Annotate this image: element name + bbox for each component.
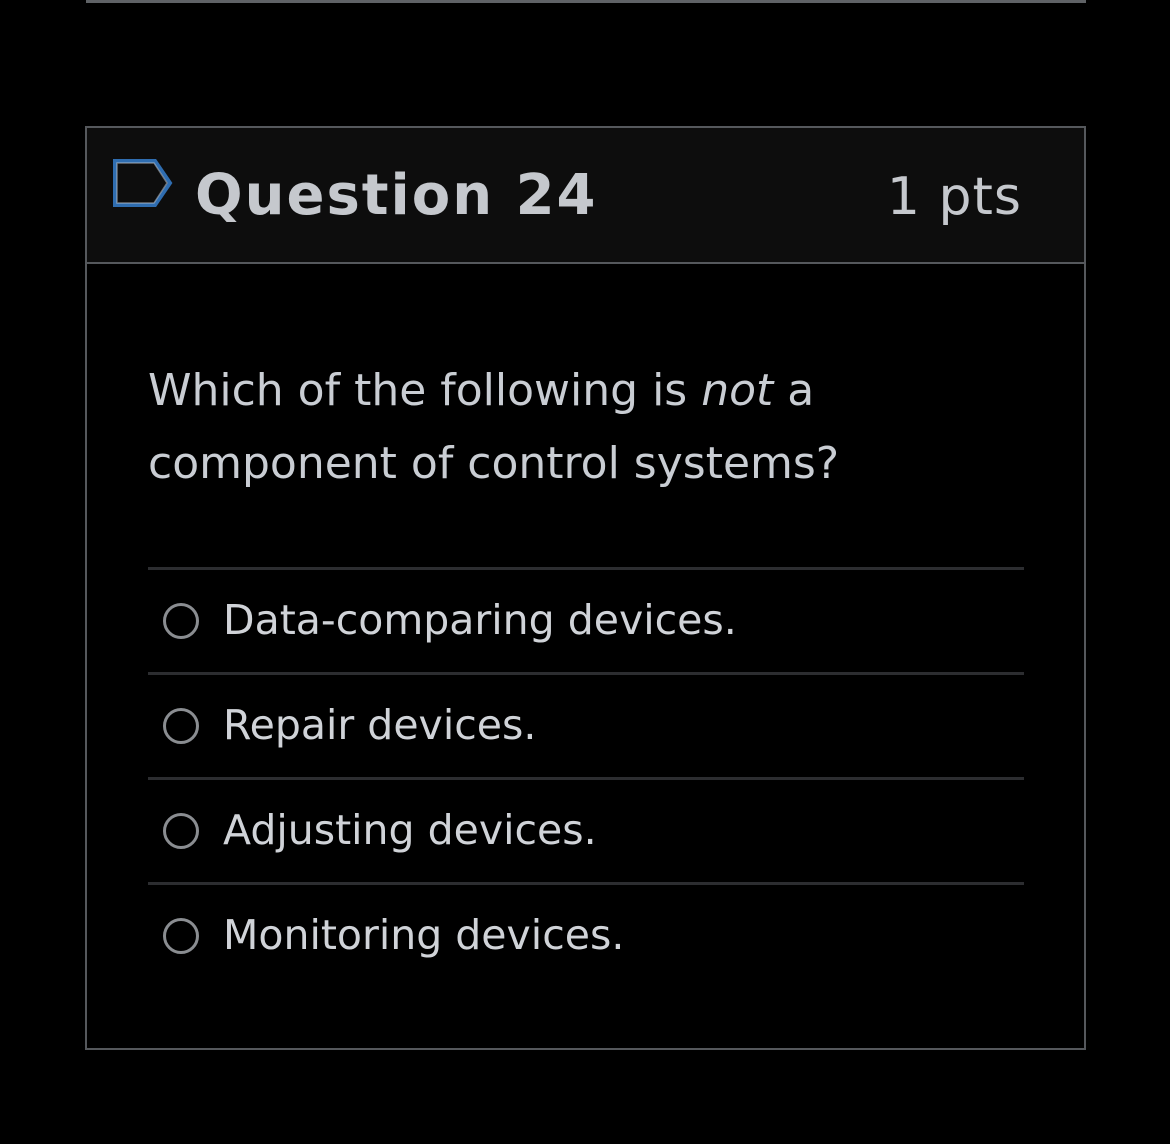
answer-option[interactable]: Repair devices.	[148, 675, 1024, 780]
question-points: 1 pts	[886, 167, 1022, 227]
answer-option[interactable]: Data-comparing devices.	[148, 570, 1024, 675]
question-text-start: Which of the following is	[148, 365, 702, 416]
answer-label[interactable]: Data-comparing devices.	[223, 592, 737, 648]
question-text-emphasis: not	[701, 365, 774, 416]
question-title: Question 24	[195, 163, 598, 228]
question-text: Which of the following is not a componen…	[148, 354, 1008, 500]
radio-button[interactable]	[163, 813, 199, 849]
answer-label[interactable]: Monitoring devices.	[223, 907, 624, 963]
top-divider	[86, 0, 1086, 3]
radio-button[interactable]	[163, 708, 199, 744]
answer-option[interactable]: Adjusting devices.	[148, 780, 1024, 885]
answer-list: Data-comparing devices. Repair devices. …	[148, 567, 1024, 987]
question-header: Question 24 1 pts	[87, 128, 1084, 264]
radio-button[interactable]	[163, 603, 199, 639]
answer-label[interactable]: Adjusting devices.	[223, 802, 597, 858]
answer-label[interactable]: Repair devices.	[223, 697, 536, 753]
question-card: Question 24 1 pts Which of the following…	[85, 126, 1086, 1050]
answer-option[interactable]: Monitoring devices.	[148, 885, 1024, 987]
bookmark-flag-icon[interactable]	[112, 158, 174, 210]
radio-button[interactable]	[163, 918, 199, 954]
